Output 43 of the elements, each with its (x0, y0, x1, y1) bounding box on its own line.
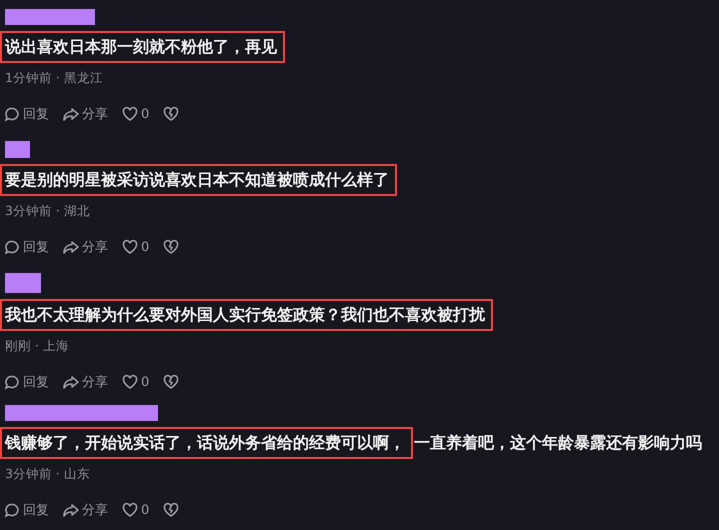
broken-heart-icon (163, 239, 180, 255)
heart-icon (122, 239, 138, 255)
dislike-button[interactable] (163, 238, 180, 256)
share-button[interactable]: 分享 (63, 373, 108, 391)
comment-meta: 3分钟前 · 山东 (4, 466, 91, 483)
like-button[interactable]: 0 (122, 105, 150, 123)
heart-icon (122, 374, 138, 390)
heart-icon (122, 502, 138, 518)
reply-button[interactable]: 回复 (4, 373, 49, 391)
share-icon (63, 502, 79, 518)
comment-icon (4, 106, 20, 122)
redacted-username (5, 141, 30, 158)
heart-icon (122, 106, 138, 122)
broken-heart-icon (163, 502, 180, 518)
share-button[interactable]: 分享 (63, 501, 108, 519)
broken-heart-icon (163, 374, 180, 390)
like-button[interactable]: 0 (122, 373, 150, 391)
highlighted-comment-text: 要是别的明星被采访说喜欢日本不知道被喷成什么样了 (2, 166, 395, 194)
like-button[interactable]: 0 (122, 238, 150, 256)
comment-meta: 1分钟前 · 黑龙江 (4, 70, 104, 87)
dislike-button[interactable] (163, 501, 180, 519)
reply-button[interactable]: 回复 (4, 501, 49, 519)
highlighted-comment-text: 钱赚够了，开始说实话了，话说外务省给的经费可以啊， (2, 429, 411, 457)
highlighted-comment-text: 说出喜欢日本那一刻就不粉他了，再见 (2, 33, 283, 61)
dislike-button[interactable] (163, 105, 180, 123)
highlighted-comment-text: 我也不太理解为什么要对外国人实行免签政策？我们也不喜欢被打扰 (2, 301, 491, 329)
broken-heart-icon (163, 106, 180, 122)
dislike-button[interactable] (163, 373, 180, 391)
share-button[interactable]: 分享 (63, 105, 108, 123)
comment-meta: 刚刚 · 上海 (4, 338, 70, 355)
comment-icon (4, 374, 20, 390)
comment-icon (4, 502, 20, 518)
reply-button[interactable]: 回复 (4, 105, 49, 123)
redacted-username (5, 273, 41, 293)
share-icon (63, 239, 79, 255)
comment-icon (4, 239, 20, 255)
reply-button[interactable]: 回复 (4, 238, 49, 256)
share-button[interactable]: 分享 (63, 238, 108, 256)
share-icon (63, 374, 79, 390)
comment-text: 一直养着吧，这个年龄暴露还有影响力吗 (413, 432, 703, 454)
comment-meta: 3分钟前 · 湖北 (4, 203, 91, 220)
like-button[interactable]: 0 (122, 501, 150, 519)
share-icon (63, 106, 79, 122)
